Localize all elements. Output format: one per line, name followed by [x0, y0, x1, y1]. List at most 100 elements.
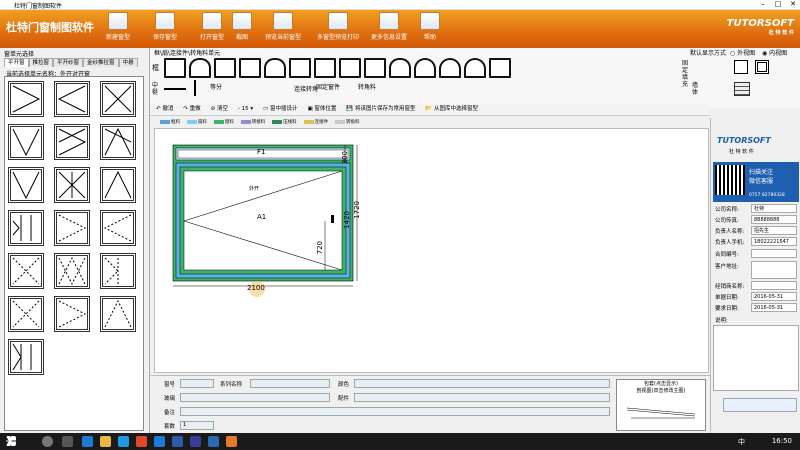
unit-thumb[interactable] [54, 253, 90, 289]
mullion-equal-split[interactable]: 等分 [210, 82, 222, 91]
ime-indicator[interactable]: 中 [738, 437, 745, 447]
tab-casement[interactable]: 平开窗 [4, 58, 29, 67]
note-input[interactable] [180, 407, 610, 416]
series-input[interactable] [250, 379, 330, 388]
ime-toolbar[interactable] [723, 398, 797, 412]
section-view-box[interactable]: 包套(点击显示) 剖视图(双击修改主图) [616, 379, 706, 431]
folder-icon[interactable] [100, 436, 111, 447]
word-icon[interactable] [172, 436, 183, 447]
note-label: 备注 [164, 410, 176, 416]
frame-profile[interactable] [314, 58, 336, 78]
unit-thumb[interactable] [100, 167, 136, 203]
unit-thumb[interactable] [8, 167, 44, 203]
unit-thumb[interactable] [8, 339, 44, 375]
frame-profile[interactable] [164, 58, 186, 78]
qty-input[interactable]: 1 [180, 421, 214, 430]
frame-profile[interactable] [239, 58, 261, 78]
notes-textarea[interactable] [713, 325, 799, 391]
frame-profile[interactable] [289, 58, 311, 78]
color-input[interactable] [354, 379, 610, 388]
mullion-horizontal[interactable] [164, 88, 186, 90]
mullion-vertical[interactable] [194, 80, 196, 96]
store-icon[interactable] [118, 436, 129, 447]
radio-outer-view[interactable]: ○ 外视图 [730, 48, 755, 57]
fill-glass[interactable] [755, 60, 769, 74]
unit-thumb[interactable] [100, 124, 136, 160]
frame-profile[interactable] [339, 58, 361, 78]
hardware-input[interactable] [354, 393, 610, 402]
unit-thumb[interactable] [54, 296, 90, 332]
ie-icon[interactable] [82, 436, 93, 447]
unit-thumb[interactable] [100, 81, 136, 117]
frame-profile[interactable] [414, 58, 436, 78]
tab-center-pivot[interactable]: 中悬 [118, 58, 138, 67]
choose-from-library-button[interactable]: 📂 从图库中选择窗型 [425, 104, 478, 115]
help-button[interactable]: 帮助 [405, 12, 455, 46]
unit-thumb[interactable] [54, 167, 90, 203]
zoom-select[interactable]: - 15 ▾ [238, 104, 253, 115]
legend-item: 框料 [160, 119, 180, 125]
wall-brick-icon[interactable] [734, 82, 750, 96]
window-no-input[interactable] [180, 379, 214, 388]
tab-sliding-screen[interactable]: 金纱推拉窗 [83, 58, 119, 67]
start-icon[interactable] [6, 436, 16, 446]
unit-thumb[interactable] [8, 81, 44, 117]
breadcrumb: 框\扇\连接件\转角料单元 [154, 50, 221, 57]
frame-profile[interactable] [189, 58, 211, 78]
search-icon[interactable] [42, 436, 53, 447]
tab-casement-screen[interactable]: 平开纱窗 [53, 58, 84, 67]
unit-thumb[interactable] [8, 296, 44, 332]
mullion-label: 中梃 [152, 82, 159, 96]
multi-preview-print-button[interactable]: 多窗型预览打印 [313, 12, 363, 46]
maximize-button[interactable]: □ [771, 0, 785, 8]
save-window-button[interactable]: 保存窗型 [140, 12, 190, 46]
unit-thumb[interactable] [100, 296, 136, 332]
tab-sliding[interactable]: 推拉窗 [28, 58, 54, 67]
mullion-corner-connector[interactable]: 连接转角 [294, 84, 318, 93]
unit-selector-panel: 窗单元选择 平开窗 推拉窗 平开纱窗 金纱推拉窗 中悬 当前选择单元名称：外开对开窗 [0, 48, 150, 433]
glass-input[interactable] [180, 393, 330, 402]
frame-profile[interactable] [464, 58, 486, 78]
app-icon[interactable] [136, 436, 147, 447]
unit-thumb[interactable] [8, 124, 44, 160]
redo-button[interactable]: ↷ 重做 [183, 104, 200, 115]
app-icon[interactable] [208, 436, 219, 447]
legend-item: 转接料 [240, 119, 265, 125]
task-view-icon[interactable] [62, 436, 73, 447]
unit-thumb[interactable] [54, 124, 90, 160]
legend-item: 连接件 [303, 119, 328, 125]
frame-profile[interactable] [214, 58, 236, 78]
settings-icon [379, 12, 399, 30]
frame-profile[interactable] [389, 58, 411, 78]
field-company-fax: 公司传真: 88888888 [713, 215, 799, 225]
insert-design-button[interactable]: ▭ 窗中插设计 [263, 104, 297, 115]
app-icon[interactable] [190, 436, 201, 447]
edge-icon[interactable] [154, 436, 165, 447]
unit-thumb[interactable] [100, 253, 136, 289]
fill-plain[interactable] [734, 60, 748, 74]
frame-profile[interactable] [264, 58, 286, 78]
unit-thumb[interactable] [54, 81, 90, 117]
undo-button[interactable]: ↶ 撤消 [156, 104, 173, 115]
unit-thumb[interactable] [54, 210, 90, 246]
drawing-canvas[interactable]: F1 A1 外开 300 1720 1420 720 2100 [154, 128, 709, 373]
minimize-button[interactable]: – [756, 0, 770, 8]
unit-thumb[interactable] [100, 210, 136, 246]
frame-profile[interactable] [364, 58, 386, 78]
unit-thumb[interactable] [8, 253, 44, 289]
save-as-common-button[interactable]: 💾 将该图片保存为常用窗型 [346, 104, 415, 115]
mullion-corner-profile[interactable]: 转角料 [358, 82, 376, 91]
frame-profile[interactable] [489, 58, 511, 78]
new-window-button[interactable]: 新建窗型 [93, 12, 143, 46]
radio-inner-view[interactable]: ◉ 内视图 [762, 48, 787, 57]
active-app-icon[interactable] [226, 436, 237, 447]
window-position-button[interactable]: ▣ 窗体位置 [307, 104, 336, 115]
preview-current-button[interactable]: 预览当前窗型 [258, 12, 308, 46]
mullion-fixed-part[interactable]: 固定窗件 [316, 82, 340, 91]
frame-profiles [164, 58, 511, 78]
close-button[interactable]: ✕ [786, 0, 800, 8]
clear-button[interactable]: ⊘ 清空 [211, 104, 228, 115]
frame-profile[interactable] [439, 58, 461, 78]
unit-thumb[interactable] [8, 210, 44, 246]
clock[interactable]: 16:50 [772, 437, 792, 445]
